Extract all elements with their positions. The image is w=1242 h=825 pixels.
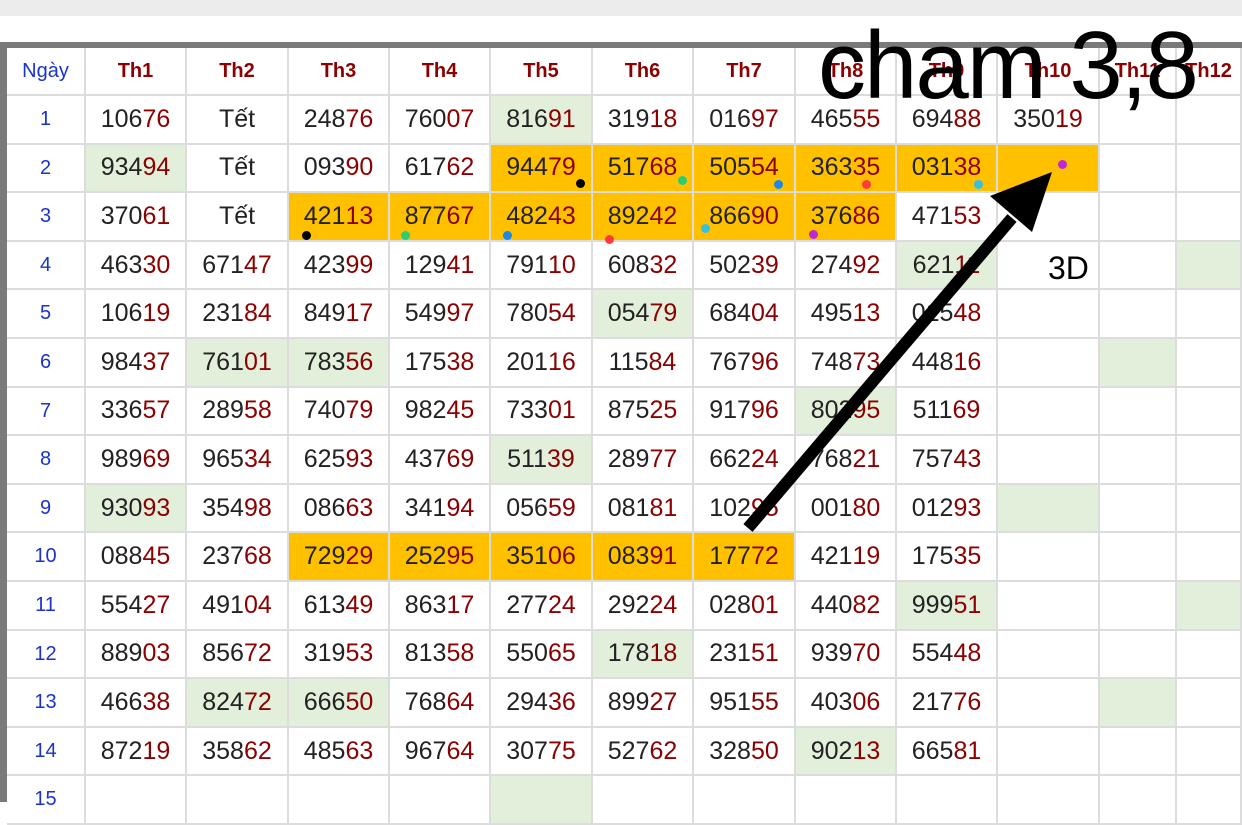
marker-dot — [678, 176, 687, 185]
marker-dot — [862, 180, 871, 189]
arrow-head — [990, 172, 1052, 232]
marker-dot — [774, 180, 783, 189]
marker-dot — [401, 231, 410, 240]
marker-dot — [503, 231, 512, 240]
annotation-arrow — [743, 172, 1052, 532]
arrow-shaft — [743, 214, 1017, 532]
marker-dot — [809, 230, 818, 239]
marker-dot — [1058, 160, 1067, 169]
marker-dot — [576, 179, 585, 188]
marker-dot — [605, 235, 614, 244]
marker-dot — [974, 180, 983, 189]
marker-dot — [701, 224, 710, 233]
marker-dot — [302, 231, 311, 240]
